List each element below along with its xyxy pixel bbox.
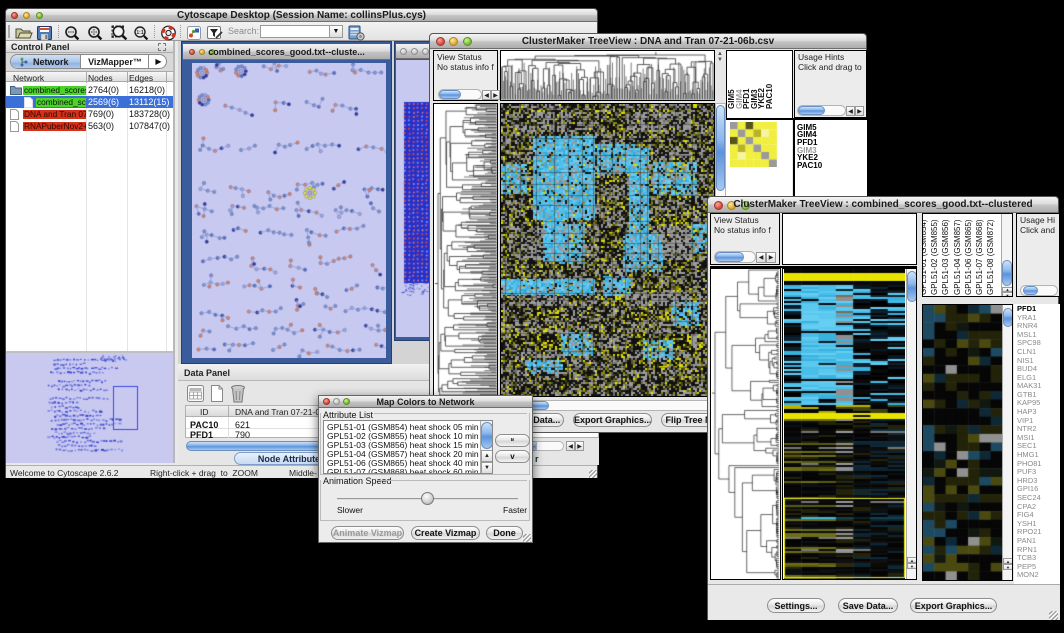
svg-text:1:1: 1:1 (136, 30, 143, 36)
